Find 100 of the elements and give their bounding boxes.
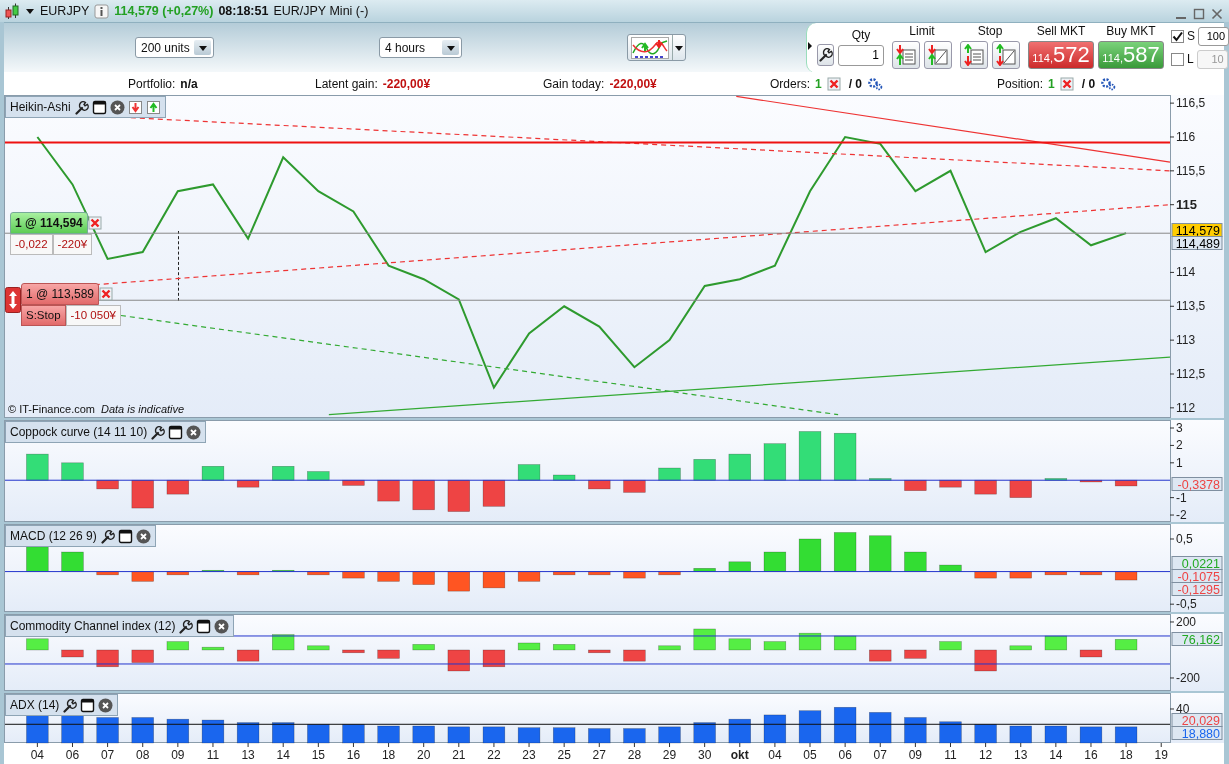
x-tick-label: 23 (522, 748, 537, 762)
y-tick-label: 112 (1176, 400, 1196, 415)
value-tag: 18,880 (1171, 726, 1223, 741)
x-axis-label: 21 (452, 742, 466, 762)
y-axis-label: 114 (1169, 265, 1196, 280)
y-tick-label: -0,5 (1176, 597, 1197, 612)
y-tick-label: 114 (1176, 265, 1196, 280)
x-tick-label: 07 (100, 748, 115, 762)
time-label: 08:18:51 (218, 2, 269, 20)
x-tick-label: 04 (768, 748, 782, 762)
panel-title: MACD (12 26 9) (10, 528, 97, 545)
x-tick-label: 30 (697, 748, 712, 762)
y-tick-label: 116,5 (1176, 96, 1206, 111)
x-tick-label: 16 (1084, 748, 1098, 762)
x-tick-label: 29 (662, 748, 677, 762)
value-tag: 76,162 (1171, 632, 1223, 647)
y-tick-label: 113,5 (1176, 299, 1206, 314)
x-axis-label: 13 (241, 742, 255, 762)
value-tag: 114,489 (1171, 236, 1223, 251)
x-axis-label: 08 (136, 742, 150, 762)
x-tick-label: 06 (838, 748, 853, 762)
x-tick-label: 04 (30, 748, 45, 762)
y-axis-label: -2 (1169, 508, 1187, 523)
panel-title: Heikin-Ashi (10, 99, 71, 116)
y-axis-label: 116,5 (1169, 96, 1206, 111)
x-axis-label: 05 (803, 742, 817, 762)
y-axis-label: 112,5 (1169, 367, 1206, 381)
info-value: -220,00¥ (609, 75, 657, 93)
x-tick-label: 18 (381, 748, 396, 762)
amount-field[interactable]: 100 (1198, 26, 1229, 46)
y-tick-label: -1 (1176, 490, 1187, 505)
x-tick-label: 07 (873, 748, 888, 762)
x-tick-label: 20 (417, 748, 431, 762)
y-tick-label: 3 (1176, 421, 1183, 436)
y-axis-label: 112 (1169, 400, 1196, 415)
sell-market-button[interactable]: 114,572 (1028, 40, 1094, 69)
x-tick-label: 22 (487, 748, 501, 762)
symbol-label: EURJPY (40, 2, 90, 20)
x-axis-label: 09 (171, 742, 185, 762)
info-label: Orders: (770, 75, 810, 93)
instrument-name: EUR/JPY Mini (-) (273, 2, 369, 20)
x-tick-label: 25 (557, 748, 572, 762)
y-tick-label: 200 (1176, 614, 1197, 629)
x-axis-label: 20 (417, 742, 431, 762)
y-axis-label: 116 (1169, 130, 1196, 144)
credit-text: © IT-Finance.com (8, 401, 95, 417)
x-tick-label: 14 (276, 748, 291, 762)
info-value: 1 (1048, 75, 1055, 93)
y-axis-label: -0,5 (1169, 597, 1197, 612)
x-tick-label: 09 (171, 748, 185, 762)
x-axis-label: 18 (381, 742, 396, 762)
x-tick-label: 11 (944, 748, 958, 762)
x-tick-label: 11 (206, 748, 220, 762)
x-axis-label: 14 (1049, 742, 1063, 762)
x-axis-label: 25 (557, 742, 571, 762)
x-axis-label: 16 (1084, 742, 1098, 762)
order-value: S:Stop (21, 305, 66, 327)
order-value: -10 050¥ (65, 305, 121, 327)
value-tag: -0,3378 (1171, 477, 1223, 492)
units-dropdown[interactable]: 200 units (135, 37, 214, 58)
count-value: / 0 (848, 75, 863, 93)
x-tick-label: 14 (1049, 748, 1063, 762)
x-tick-label: 09 (908, 748, 923, 762)
y-axis-label: 2 (1169, 438, 1183, 453)
info-value: 1 (815, 75, 822, 93)
info-label: Portfolio: (128, 75, 176, 93)
y-axis-label: 113,5 (1169, 299, 1206, 314)
x-tick-label: 13 (1014, 748, 1028, 762)
checkbox-label: L (1187, 51, 1194, 68)
x-axis-label: 11 (206, 742, 220, 762)
y-tick-label: -2 (1176, 508, 1187, 523)
value-tag: 0,0221 (1171, 556, 1223, 571)
y-tick-label: 116 (1176, 129, 1196, 144)
x-axis-label: 23 (522, 742, 536, 762)
stop-label: Stop (977, 23, 1003, 39)
price-change: 114,579 (+0,27%) (114, 2, 214, 20)
sell-label: Sell MKT (1036, 23, 1086, 39)
x-axis-label: 07 (873, 742, 887, 762)
value-tag: -0,1295 (1171, 582, 1223, 597)
period-dropdown[interactable]: 4 hours (379, 37, 462, 58)
order-label[interactable]: 1 @ 114,594 (10, 212, 88, 234)
x-axis-label: 09 (908, 742, 923, 762)
value-tag: 114,579 (1171, 223, 1223, 238)
panel-title: ADX (14) (10, 697, 60, 714)
y-tick-label: 0,5 (1176, 531, 1194, 546)
checkbox-label: S (1187, 28, 1195, 45)
info-label: Position: (997, 75, 1044, 93)
x-axis-label: 06 (838, 742, 852, 762)
qty-field[interactable]: 1 (838, 44, 884, 66)
x-axis-label: 04 (30, 742, 45, 762)
x-axis-label: 11 (944, 742, 957, 762)
order-label[interactable]: 1 @ 113,589 (21, 283, 99, 305)
panel-title: Coppock curve (14 11 10) (10, 424, 148, 441)
info-value: n/a (180, 75, 198, 93)
y-axis-label: 40 (1169, 702, 1190, 716)
x-axis-label: 19 (1154, 742, 1168, 762)
limit-label: Limit (909, 23, 935, 39)
count-value: / 0 (1081, 75, 1096, 93)
x-tick-label: 06 (65, 748, 80, 762)
x-tick-label: 19 (1154, 748, 1169, 762)
